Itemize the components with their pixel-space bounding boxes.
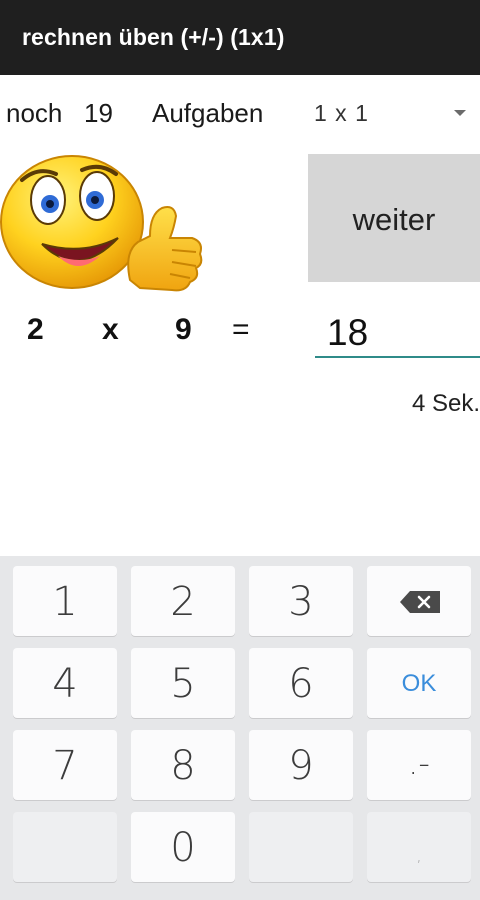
key-label: 1 [52,579,78,625]
key-label: 9 [288,743,314,789]
remaining-prefix: noch [6,98,63,128]
key-8[interactable]: 8 [131,730,235,800]
answer-value: 18 [327,312,369,353]
key-label: 5 [170,661,196,707]
key-empty-left [13,812,117,882]
key-label: .- [408,744,430,782]
operand-a: 2 [27,313,44,346]
key-label: 3 [288,579,314,625]
status-row: noch 19 Aufgaben 1 x 1 [0,92,480,136]
key-comma[interactable]: , [367,812,471,882]
key-label: 6 [288,661,314,707]
timer-text: 4 Sek. [411,390,480,417]
app-title: rechnen üben (+/-) (1x1) [22,24,285,50]
mode-dropdown[interactable]: 1 x 1 [300,92,480,136]
key-label: 4 [52,661,78,707]
key-0[interactable]: 0 [131,812,235,882]
backspace-icon [400,591,440,613]
operand-b: 9 [175,313,192,346]
app-bar: rechnen üben (+/-) (1x1) [0,0,480,75]
remaining-count: 19 [84,98,113,128]
operator: x [102,313,119,346]
key-ok[interactable]: OK [367,648,471,718]
key-6[interactable]: 6 [249,648,353,718]
numeric-keyboard: 1 2 3 4 5 6 OK 7 8 9 .- 0 , [0,556,480,900]
key-label: 7 [52,743,78,789]
key-empty-middle [249,812,353,882]
key-label: 2 [170,579,196,625]
key-label: OK [401,670,437,697]
answer-input[interactable]: 18 [315,310,480,358]
key-label: 0 [170,825,196,871]
next-button[interactable]: weiter [308,154,480,282]
key-2[interactable]: 2 [131,566,235,636]
key-5[interactable]: 5 [131,648,235,718]
key-4[interactable]: 4 [13,648,117,718]
key-3[interactable]: 3 [249,566,353,636]
key-9[interactable]: 9 [249,730,353,800]
key-dot-minus[interactable]: .- [367,730,471,800]
next-button-label: weiter [352,202,436,237]
mode-dropdown-value: 1 x 1 [314,100,369,126]
key-label: , [416,846,422,865]
tasks-label: Aufgaben [152,98,264,128]
chevron-down-icon [454,110,466,116]
key-1[interactable]: 1 [13,566,117,636]
equals-sign: = [232,313,250,346]
key-backspace[interactable] [367,566,471,636]
key-7[interactable]: 7 [13,730,117,800]
thumbs-up-smiley-icon [0,155,203,292]
key-label: 8 [170,743,196,789]
